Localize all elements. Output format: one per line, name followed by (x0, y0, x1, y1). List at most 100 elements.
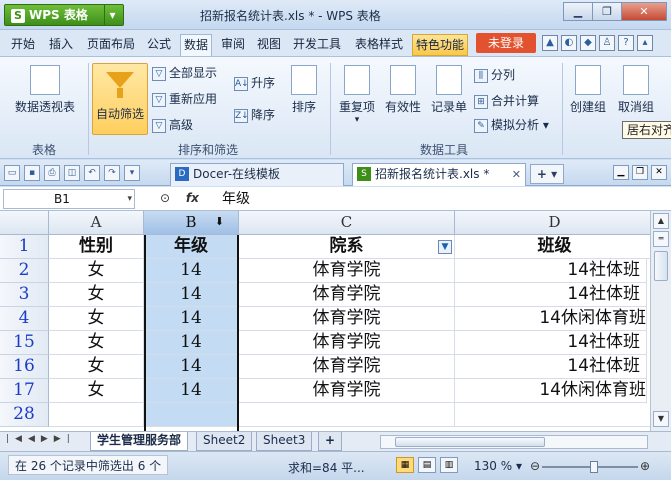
page-layout-view-icon[interactable]: ▤ (418, 457, 436, 473)
close-tab-icon[interactable]: ✕ (512, 164, 521, 185)
scroll-up-icon[interactable]: ▲ (653, 213, 669, 229)
row-header[interactable]: 17 (0, 379, 49, 403)
tab-home[interactable]: 开始 (8, 34, 38, 56)
what-if-button[interactable]: ✎ 模拟分析 ▾ (474, 115, 549, 135)
close-icon[interactable]: ✕ (651, 165, 667, 180)
minimize-icon[interactable]: ▁ (613, 165, 629, 180)
sort-ascending-button[interactable]: A↓ 升序 (234, 73, 275, 93)
table-cell[interactable]: 体育学院 (239, 307, 455, 331)
skin-icon[interactable]: ♙ (599, 35, 615, 51)
table-cell[interactable]: 14 (144, 307, 239, 331)
create-group-button[interactable]: 创建组 (566, 65, 610, 115)
show-all-button[interactable]: ▽ 全部显示 (152, 63, 217, 83)
tab-page-layout[interactable]: 页面布局 (84, 34, 138, 56)
table-cell[interactable]: 女 (49, 355, 144, 379)
sheet-navigation-icons[interactable]: |◀◀▶▶| (6, 434, 76, 444)
table-cell[interactable]: 体育学院 (239, 355, 455, 379)
table-cell[interactable]: 14社体班 (455, 283, 647, 307)
table-cell[interactable]: 体育学院 (239, 259, 455, 283)
tab-review[interactable]: 审阅 (218, 34, 248, 56)
table-cell[interactable]: 体育学院 (239, 283, 455, 307)
table-cell[interactable]: 14 (144, 259, 239, 283)
redo-icon[interactable]: ↷ (104, 165, 120, 181)
cloud-sync-icon[interactable]: ◐ (561, 35, 577, 51)
consolidate-button[interactable]: ⊞ 合并计算 (474, 91, 539, 111)
reapply-button[interactable]: ▽ 重新应用 (152, 89, 217, 109)
row-header[interactable]: 16 (0, 355, 49, 379)
zoom-level[interactable]: 130 % ▾ (474, 459, 522, 473)
autofilter-button[interactable]: 自动筛选 (92, 63, 148, 135)
row-header[interactable]: 1 (0, 235, 49, 259)
open-folder-icon[interactable]: ▭ (4, 165, 20, 181)
table-cell[interactable]: 体育学院 (239, 331, 455, 355)
horizontal-scrollbar[interactable] (380, 435, 648, 449)
table-cell[interactable]: 14 (144, 379, 239, 403)
print-preview-icon[interactable]: ◫ (64, 165, 80, 181)
table-cell[interactable]: 14 (144, 283, 239, 307)
formula-input[interactable]: 年级 (222, 189, 669, 209)
zoom-slider[interactable]: ⊖ ⊕ (530, 459, 650, 473)
help-icon[interactable]: ? (618, 35, 634, 51)
table-cell[interactable] (49, 403, 144, 427)
table-cell[interactable]: 女 (49, 283, 144, 307)
print-icon[interactable]: ⎙ (44, 165, 60, 181)
table-cell[interactable] (144, 403, 239, 427)
advanced-filter-button[interactable]: ▽ 高级 (152, 115, 193, 135)
zoom-knob[interactable] (590, 461, 598, 473)
column-header-d[interactable]: D (455, 211, 650, 235)
add-sheet-icon[interactable]: + (318, 432, 343, 451)
scroll-thumb[interactable] (395, 437, 545, 447)
split-column-button[interactable]: ⫼ 分列 (474, 65, 515, 85)
table-cell[interactable]: 女 (49, 307, 144, 331)
restore-button[interactable]: ❐ (592, 2, 622, 21)
normal-view-icon[interactable]: ▦ (396, 457, 414, 473)
table-cell[interactable]: 14社体班 (455, 259, 647, 283)
row-header[interactable]: 3 (0, 283, 49, 307)
filter-active-icon[interactable]: ▼ (438, 240, 452, 254)
table-cell[interactable] (239, 403, 455, 427)
page-break-view-icon[interactable]: ▥ (440, 457, 458, 473)
tab-data[interactable]: 数据 (180, 34, 213, 56)
validity-button[interactable]: 有效性 (382, 65, 424, 115)
ungroup-button[interactable]: 取消组 (614, 65, 658, 115)
close-button[interactable]: ✕ (621, 2, 667, 21)
new-tab-button[interactable]: + ▾ (530, 164, 564, 184)
table-cell[interactable] (455, 403, 650, 427)
table-cell[interactable]: 体育学院 (239, 379, 455, 403)
sheet-tab-student-services[interactable]: 学生管理服务部 (90, 432, 189, 451)
table-cell[interactable]: 女 (49, 331, 144, 355)
doc-tab-spreadsheet[interactable]: S 招新报名统计表.xls * ✕ (352, 163, 526, 186)
select-all-corner[interactable] (0, 211, 49, 235)
sheet-tab-sheet3[interactable]: Sheet3 (256, 432, 313, 451)
save-icon[interactable]: ▪ (24, 165, 40, 181)
table-cell[interactable]: 女 (49, 259, 144, 283)
tab-table-style[interactable]: 表格样式 (352, 34, 406, 56)
split-handle-icon[interactable]: ═ (653, 231, 669, 247)
fx-icon[interactable]: fx (186, 191, 199, 205)
zoom-out-icon[interactable]: ⊖ (530, 459, 540, 473)
name-box[interactable]: B1 ▾ (3, 189, 135, 209)
sheet-tab-sheet2[interactable]: Sheet2 (196, 432, 253, 451)
tab-developer[interactable]: 开发工具 (290, 34, 344, 56)
table-cell[interactable]: 14社体班 (455, 355, 647, 379)
undo-icon[interactable]: ↶ (84, 165, 100, 181)
table-cell[interactable]: 性别 (49, 235, 144, 259)
row-header[interactable]: 4 (0, 307, 49, 331)
scroll-down-icon[interactable]: ▼ (653, 411, 669, 427)
sum-status[interactable]: 求和=84 平... (288, 459, 365, 476)
vertical-scrollbar[interactable]: ▲ ═ ▼ (650, 211, 671, 431)
table-cell[interactable]: 14 (144, 331, 239, 355)
table-cell[interactable]: 班级 (455, 235, 650, 259)
zoom-in-icon[interactable]: ⊕ (640, 459, 650, 473)
record-form-button[interactable]: 记录单 (428, 65, 470, 115)
table-cell[interactable]: 院系 ▼ (239, 235, 455, 259)
table-cell[interactable]: 14休闲体育班 (455, 307, 647, 331)
column-header-c[interactable]: C (239, 211, 455, 235)
sort-descending-button[interactable]: Z↓ 降序 (234, 105, 275, 125)
minimize-button[interactable]: ▁ (563, 2, 593, 21)
tab-special-features[interactable]: 特色功能 (412, 34, 469, 56)
sort-button[interactable]: 排序 (286, 65, 322, 115)
table-cell[interactable]: 女 (49, 379, 144, 403)
tab-insert[interactable]: 插入 (46, 34, 76, 56)
collapse-ribbon-icon[interactable]: ▲ (542, 35, 558, 51)
